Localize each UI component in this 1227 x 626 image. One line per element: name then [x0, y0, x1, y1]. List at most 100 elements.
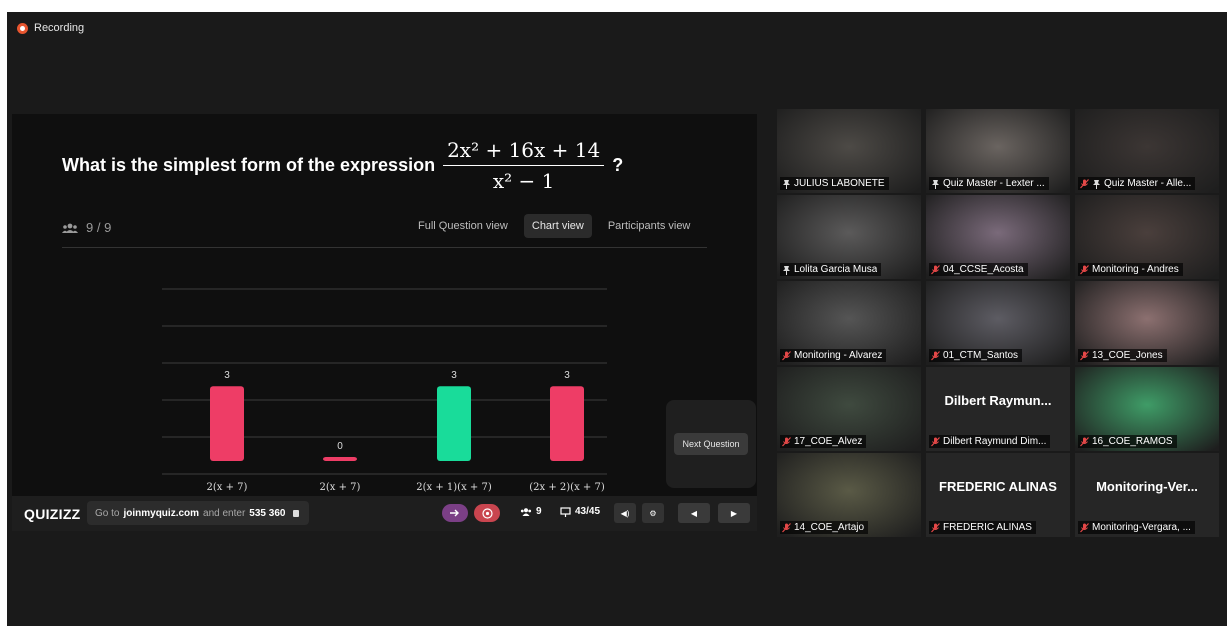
- divider: [62, 247, 707, 248]
- goto-prefix: Go to: [95, 507, 120, 519]
- participant-name: 01_CTM_Santos: [943, 350, 1019, 361]
- participant-name: Monitoring - Alvarez: [794, 350, 883, 361]
- fraction-denominator: x² − 1: [492, 169, 555, 193]
- participant-name: Quiz Master - Alle...: [1104, 178, 1192, 189]
- participant-name-tag: 16_COE_RAMOS: [1078, 435, 1177, 448]
- pin-icon: [783, 179, 790, 189]
- prev-question-button[interactable]: ◀: [678, 503, 710, 523]
- quiz-bottom-bar: QUIZIZZ Go to joinmyquiz.com and enter 5…: [12, 496, 757, 531]
- participant-tile[interactable]: 04_CCSE_Acosta: [926, 195, 1070, 279]
- participant-name: Monitoring-Vergara, ...: [1092, 522, 1191, 533]
- players-stat: 9: [520, 506, 542, 517]
- chart-value-label: 3: [564, 370, 570, 381]
- participant-name: Lolita Garcia Musa: [794, 264, 878, 275]
- recording-indicator: Recording: [17, 22, 84, 34]
- chart-value-label: 3: [224, 370, 230, 381]
- reaction-button[interactable]: [474, 504, 500, 522]
- players-count: 9: [536, 506, 542, 517]
- participant-count: 9 / 9: [62, 220, 111, 235]
- chart-bar: [210, 386, 244, 461]
- mic-muted-icon: [1080, 350, 1089, 360]
- powerup-icon: [450, 509, 459, 517]
- participant-tile[interactable]: Quiz Master - Lexter ...: [926, 109, 1070, 193]
- chevron-left-icon: ◀: [690, 508, 698, 518]
- participant-name: 04_CCSE_Acosta: [943, 264, 1024, 275]
- participant-name-tag: Quiz Master - Lexter ...: [929, 177, 1049, 190]
- participant-name-tag: 17_COE_Alvez: [780, 435, 867, 448]
- recording-label: Recording: [34, 22, 85, 34]
- participant-name-tag: Monitoring - Alvarez: [780, 349, 887, 362]
- tab-full-question-view[interactable]: Full Question view: [410, 214, 516, 238]
- participant-tile[interactable]: Monitoring - Alvarez: [777, 281, 921, 365]
- participant-name-tag: 04_CCSE_Acosta: [929, 263, 1028, 276]
- chart-value-label: 3: [451, 370, 457, 381]
- next-question-card: Next Question: [666, 400, 756, 488]
- participant-tile[interactable]: Dilbert Raymun... Dilbert Raymund Dim...: [926, 367, 1070, 451]
- participant-display-name: Monitoring-Ver...: [1096, 479, 1198, 494]
- participant-count-text: 9 / 9: [86, 220, 112, 235]
- tab-chart-view[interactable]: Chart view: [523, 214, 592, 238]
- next-arrow-button[interactable]: ▶: [718, 503, 750, 523]
- copy-icon[interactable]: [293, 509, 300, 517]
- participant-name-tag: Monitoring - Andres: [1078, 263, 1183, 276]
- participant-name-tag: 13_COE_Jones: [1078, 349, 1167, 362]
- participant-name: Monitoring - Andres: [1092, 264, 1179, 275]
- mic-muted-icon: [782, 522, 791, 532]
- question-fraction: 2x² + 16x + 14 x² − 1: [443, 138, 605, 193]
- reaction-icon: [481, 507, 493, 519]
- tab-participants-view[interactable]: Participants view: [600, 214, 699, 238]
- participant-tile[interactable]: Lolita Garcia Musa: [777, 195, 921, 279]
- participant-name: FREDERIC ALINAS: [943, 522, 1032, 533]
- participant-display-name: Dilbert Raymun...: [944, 393, 1052, 408]
- participant-name-tag: Dilbert Raymund Dim...: [929, 435, 1051, 448]
- participant-name-tag: Quiz Master - Alle...: [1078, 177, 1196, 190]
- goto-site: joinmyquiz.com: [123, 507, 200, 519]
- mic-muted-icon: [931, 522, 940, 532]
- participant-tile[interactable]: 16_COE_RAMOS: [1075, 367, 1219, 451]
- people-icon: [62, 223, 78, 233]
- participant-tile[interactable]: 13_COE_Jones: [1075, 281, 1219, 365]
- question-text: What is the simplest form of the express…: [62, 155, 436, 175]
- players-icon: [520, 507, 532, 516]
- fraction-numerator: 2x² + 16x + 14: [443, 138, 605, 166]
- participant-name: Dilbert Raymund Dim...: [943, 436, 1047, 447]
- shared-screen: What is the simplest form of the express…: [12, 114, 757, 531]
- mic-muted-icon: [782, 436, 791, 446]
- mic-muted-icon: [1080, 522, 1089, 532]
- chart-category-label: (2x + 2)(x + 7): [529, 482, 605, 493]
- participant-name: 16_COE_RAMOS: [1092, 436, 1173, 447]
- participant-tile[interactable]: JULIUS LABONETE: [777, 109, 921, 193]
- participant-tile[interactable]: Monitoring - Andres: [1075, 195, 1219, 279]
- participant-name-tag: JULIUS LABONETE: [780, 177, 889, 190]
- powerup-button[interactable]: [442, 504, 468, 522]
- participant-tile[interactable]: Quiz Master - Alle...: [1075, 109, 1219, 193]
- settings-button[interactable]: ⚙: [642, 503, 664, 523]
- chevron-right-icon: ▶: [730, 508, 738, 518]
- progress-stat: 43/45: [560, 506, 600, 517]
- chart-category-label: 2(x + 7): [319, 482, 361, 493]
- progress-text: 43/45: [575, 506, 601, 517]
- participant-tile[interactable]: FREDERIC ALINAS FREDERIC ALINAS: [926, 453, 1070, 537]
- meeting-window: Recording What is the simplest form of t…: [7, 12, 1227, 626]
- participant-tile[interactable]: Monitoring-Ver... Monitoring-Vergara, ...: [1075, 453, 1219, 537]
- volume-button[interactable]: ◀): [614, 503, 636, 523]
- participant-name-tag: 14_COE_Artajo: [780, 521, 869, 534]
- answer-chart: 3 0 3 3: [152, 274, 612, 504]
- slides-icon: [560, 506, 571, 517]
- pin-icon: [932, 179, 939, 189]
- mic-muted-icon: [782, 350, 791, 360]
- chart-bar: [550, 386, 584, 461]
- mic-muted-icon: [931, 436, 940, 446]
- chart-category-label: 2(x + 7): [206, 482, 248, 493]
- join-instructions: Go to joinmyquiz.com and enter 535 360: [87, 501, 310, 525]
- next-question-button[interactable]: Next Question: [674, 433, 748, 455]
- participant-name-tag: Monitoring-Vergara, ...: [1078, 521, 1195, 534]
- participant-name: 13_COE_Jones: [1092, 350, 1163, 361]
- participant-tile[interactable]: 01_CTM_Santos: [926, 281, 1070, 365]
- join-code: 535 360: [249, 507, 286, 519]
- participant-name: 17_COE_Alvez: [794, 436, 863, 447]
- participant-tile[interactable]: 14_COE_Artajo: [777, 453, 921, 537]
- view-tabs: Full Question view Chart view Participan…: [410, 214, 698, 238]
- participant-tile[interactable]: 17_COE_Alvez: [777, 367, 921, 451]
- gear-icon: ⚙: [649, 508, 657, 518]
